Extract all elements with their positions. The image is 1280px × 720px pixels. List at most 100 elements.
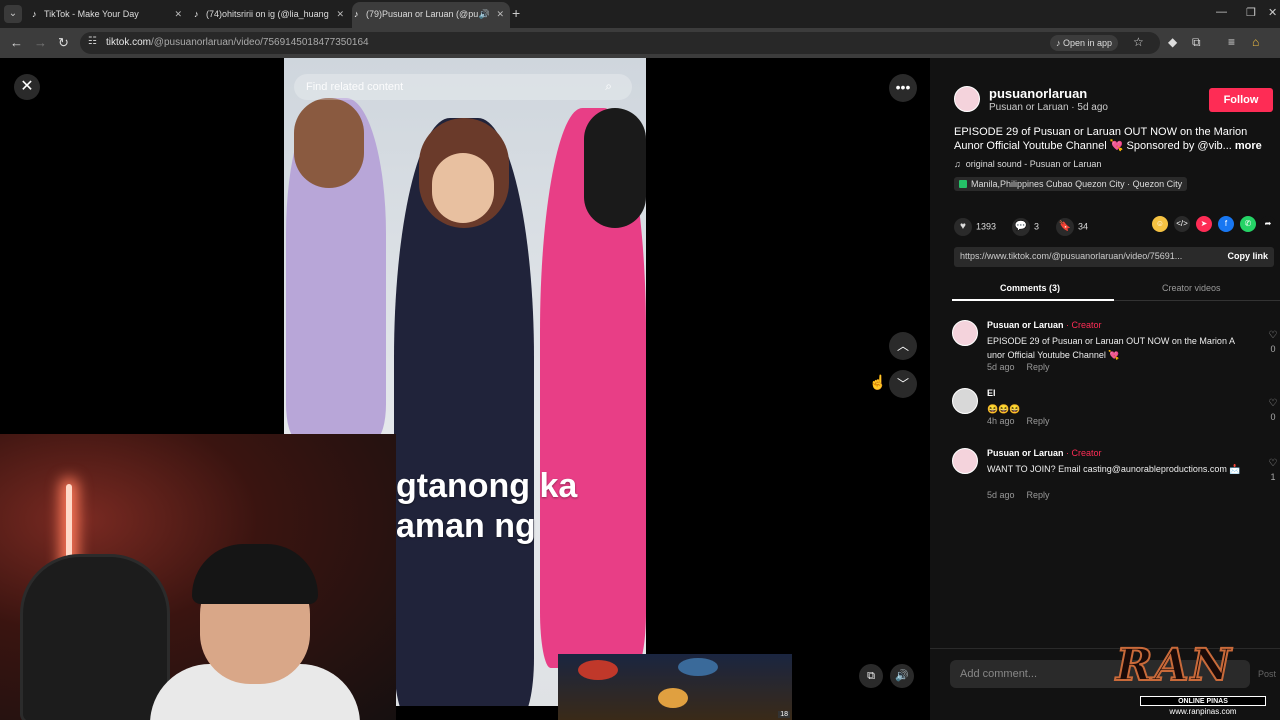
comment-meta: 5d ago Reply bbox=[987, 362, 1050, 372]
person-left-hair bbox=[294, 98, 364, 188]
bookmark-icon[interactable]: 🔖 bbox=[1056, 218, 1074, 236]
creator-avatar[interactable] bbox=[954, 86, 980, 112]
game-ad-thumbnail: 18 bbox=[558, 654, 792, 720]
video-link-text[interactable]: https://www.tiktok.com/@pusuanorlaruan/v… bbox=[960, 251, 1210, 261]
window-close-icon[interactable]: ✕ bbox=[1268, 6, 1277, 19]
url-text[interactable]: tiktok.com/@pusuanorlaruan/video/7569145… bbox=[106, 37, 369, 48]
reading-list-icon[interactable]: ≡ bbox=[1228, 35, 1235, 49]
tab-creator-videos[interactable]: Creator videos bbox=[1162, 283, 1221, 293]
reload-icon[interactable]: ↻ bbox=[58, 35, 69, 51]
comment-like-count: 0 bbox=[1270, 344, 1276, 354]
speaker-icon[interactable]: 🔊 bbox=[479, 2, 490, 26]
forward-icon[interactable]: → bbox=[34, 35, 47, 50]
comment-item: Pusuan or Laruan · Creator EPISODE 29 of… bbox=[952, 320, 1277, 376]
comment-item: Pusuan or Laruan · Creator WANT TO JOIN?… bbox=[952, 448, 1277, 504]
open-in-app-button[interactable]: ♪ Open in app bbox=[1050, 35, 1119, 51]
comment-like-count: 0 bbox=[1270, 412, 1276, 422]
comment-meta: 5d ago Reply bbox=[987, 490, 1050, 500]
facebook-icon[interactable]: f bbox=[1218, 216, 1234, 232]
comment-like-icon[interactable]: ♡ bbox=[1266, 330, 1280, 341]
tab-close-icon[interactable]: ✕ bbox=[336, 2, 344, 26]
browser-tab-1[interactable]: ♪ TikTok - Make Your Day ✕ bbox=[30, 2, 188, 28]
bookmark-star-icon[interactable]: ☆ bbox=[1133, 35, 1144, 49]
comment-item: El 😆😆😆 4h ago Reply ♡ 0 bbox=[952, 388, 1277, 432]
tiktok-favicon-icon: ♪ bbox=[194, 9, 199, 19]
site-info-icon[interactable]: ☷ bbox=[88, 36, 97, 47]
copy-link-button[interactable]: Copy link bbox=[1227, 251, 1268, 261]
creator-username[interactable]: pusuanorlaruan bbox=[989, 86, 1087, 101]
streamer-webcam-overlay bbox=[0, 434, 396, 720]
tab-title: TikTok - Make Your Day bbox=[44, 9, 139, 19]
back-icon[interactable]: ← bbox=[10, 35, 23, 50]
address-bar[interactable]: ☷ tiktok.com/@pusuanorlaruan/video/75691… bbox=[80, 32, 1160, 54]
active-tab-indicator bbox=[952, 299, 1114, 301]
previous-video-button[interactable]: ︿ bbox=[889, 332, 917, 360]
extension-diamond-icon[interactable]: ◆ bbox=[1168, 35, 1177, 49]
creator-subline: Pusuan or Laruan · 5d ago bbox=[989, 102, 1108, 113]
reply-button[interactable]: Reply bbox=[1027, 362, 1050, 372]
comment-author[interactable]: Pusuan or Laruan · Creator bbox=[987, 448, 1102, 458]
reply-button[interactable]: Reply bbox=[1027, 416, 1050, 426]
more-options-button[interactable]: ••• bbox=[889, 74, 917, 102]
comment-stat[interactable]: 💬 3 bbox=[1012, 218, 1039, 236]
like-stat[interactable]: ♥ 1393 bbox=[954, 218, 996, 236]
tab-close-icon[interactable]: ✕ bbox=[174, 2, 182, 26]
logo-site: www.ranpinas.com bbox=[1169, 707, 1237, 716]
caption-line-2: aman ng bbox=[396, 507, 536, 545]
save-count: 34 bbox=[1078, 221, 1089, 232]
comment-like-icon[interactable]: ♡ bbox=[1266, 458, 1280, 469]
browser-tab-2[interactable]: ♪ (74)ohitsririi on ig (@lia_huang ✕ bbox=[192, 2, 350, 28]
browser-tab-strip: ⌄ ♪ TikTok - Make Your Day ✕ ♪ (74)ohits… bbox=[0, 0, 1280, 28]
floating-player-icon[interactable]: ⧉ bbox=[859, 664, 883, 688]
sound-link[interactable]: ♫ original sound - Pusuan or Laruan bbox=[954, 159, 1101, 169]
next-video-button[interactable]: ﹀ bbox=[889, 370, 917, 398]
tiktok-favicon-icon: ♪ bbox=[32, 9, 37, 19]
profile-icon[interactable]: ⌂ bbox=[1252, 35, 1259, 49]
gaming-chair bbox=[20, 554, 170, 720]
comment-avatar[interactable] bbox=[952, 320, 978, 346]
heart-icon[interactable]: ♥ bbox=[954, 218, 972, 236]
close-video-button[interactable]: ✕ bbox=[14, 74, 40, 100]
tab-comments[interactable]: Comments (3) bbox=[1000, 283, 1060, 293]
tab-close-icon[interactable]: ✕ bbox=[496, 2, 504, 26]
comment-text: EPISODE 29 of Pusuan or Laruan OUT NOW o… bbox=[987, 336, 1235, 360]
streamer-hair bbox=[192, 544, 318, 604]
tab-search-button[interactable]: ⌄ bbox=[4, 5, 22, 23]
search-icon[interactable]: ⌕ bbox=[605, 79, 612, 94]
volume-icon[interactable]: 🔊 bbox=[890, 664, 914, 688]
more-link[interactable]: more bbox=[1235, 140, 1262, 152]
minimize-icon[interactable]: — bbox=[1216, 6, 1227, 18]
share-arrow-icon[interactable]: ➦ bbox=[1260, 216, 1276, 232]
comment-avatar[interactable] bbox=[952, 448, 978, 474]
whatsapp-icon[interactable]: ✆ bbox=[1240, 216, 1256, 232]
extensions-puzzle-icon[interactable]: ⧉ bbox=[1192, 35, 1201, 50]
tab-title: (79)Pusuan or Laruan (@pu bbox=[366, 9, 479, 19]
location-tag[interactable]: Manila,Philippines Cubao Quezon City · Q… bbox=[954, 177, 1188, 191]
add-comment-placeholder: Add comment... bbox=[960, 668, 1038, 680]
comment-author[interactable]: Pusuan or Laruan · Creator bbox=[987, 320, 1102, 330]
new-tab-button[interactable]: + bbox=[512, 5, 520, 21]
logo-brand: RAN bbox=[1115, 639, 1233, 692]
author-name: Pusuan or Laruan bbox=[987, 448, 1064, 458]
save-stat[interactable]: 🔖 34 bbox=[1056, 218, 1088, 236]
comment-icon[interactable]: 💬 bbox=[1012, 218, 1030, 236]
send-to-friends-icon[interactable]: ➤ bbox=[1196, 216, 1212, 232]
comment-avatar[interactable] bbox=[952, 388, 978, 414]
comment-like-count: 1 bbox=[1270, 472, 1276, 482]
comments-tabs: Comments (3) Creator videos bbox=[952, 277, 1280, 301]
maximize-icon[interactable]: ❐ bbox=[1246, 6, 1256, 19]
game-art-blob bbox=[578, 660, 618, 680]
gift-share-icon[interactable]: ☺ bbox=[1152, 216, 1168, 232]
comment-meta: 4h ago Reply bbox=[987, 416, 1050, 426]
person-right-hair bbox=[584, 108, 646, 228]
reply-button[interactable]: Reply bbox=[1027, 490, 1050, 500]
browser-tab-3-active[interactable]: ♪ (79)Pusuan or Laruan (@pu 🔊 ✕ bbox=[352, 2, 510, 28]
comment-age: 5d ago bbox=[987, 362, 1015, 372]
follow-button[interactable]: Follow bbox=[1209, 88, 1273, 112]
embed-icon[interactable]: </> bbox=[1174, 216, 1190, 232]
author-name: Pusuan or Laruan bbox=[987, 320, 1064, 330]
comment-like-icon[interactable]: ♡ bbox=[1266, 398, 1280, 409]
find-related-search[interactable]: Find related content ⌕ bbox=[294, 74, 632, 100]
comment-author[interactable]: El bbox=[987, 388, 996, 398]
url-host: tiktok.com bbox=[106, 37, 152, 48]
